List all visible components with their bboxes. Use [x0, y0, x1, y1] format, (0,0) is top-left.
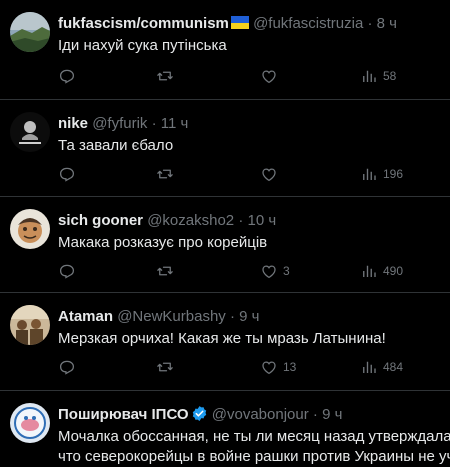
views-count: 196 [383, 167, 404, 181]
likes-count: 3 [283, 264, 290, 278]
tweet[interactable]: sich gooner @kozaksho2 · 10 ч Макака роз… [0, 197, 450, 293]
tweet[interactable]: Поширювач ІПСО @vovabonjour · 9 ч Мочалк… [0, 391, 450, 465]
reply-button[interactable] [58, 357, 76, 377]
separator-dot: · [367, 15, 373, 32]
timestamp[interactable]: 11 ч [161, 115, 189, 132]
tweet[interactable]: Ataman @NewKurbashy · 9 ч Мерзкая орчиха… [0, 293, 450, 391]
avatar[interactable] [10, 403, 50, 443]
display-name[interactable]: Поширювач ІПСО [58, 406, 189, 423]
timestamp[interactable]: 9 ч [239, 308, 259, 325]
reply-icon [59, 69, 75, 84]
tweet-header: sich gooner @kozaksho2 · 10 ч [58, 211, 450, 231]
timestamp[interactable]: 10 ч [247, 212, 276, 229]
like-button[interactable] [260, 164, 278, 184]
separator-dot: · [312, 406, 318, 423]
timestamp[interactable]: 9 ч [322, 406, 342, 423]
timestamp[interactable]: 8 ч [377, 15, 397, 32]
tweet-text: Іди нахуй сука путінська [58, 37, 227, 54]
avatar[interactable] [10, 209, 50, 249]
ukraine-flag-icon [230, 16, 249, 29]
tweet-header: Поширювач ІПСО @vovabonjour · 9 ч [58, 405, 450, 425]
retweet-icon [157, 71, 173, 81]
user-handle[interactable]: @NewKurbashy [117, 308, 226, 325]
retweet-button[interactable] [156, 357, 174, 377]
reply-icon [59, 360, 75, 375]
tweet-text: Мочалка обоссанная, не ты ли месяц назад… [58, 427, 450, 467]
separator-dot: · [151, 115, 157, 132]
views-icon [363, 70, 376, 82]
avatar[interactable] [10, 112, 50, 152]
tweet-text: Мерзкая орчиха! Какая же ты мразь Латыни… [58, 330, 386, 347]
user-handle[interactable]: @kozaksho2 [147, 212, 234, 229]
like-icon [262, 168, 276, 182]
verified-icon [192, 406, 206, 421]
reply-icon [59, 167, 75, 182]
reply-button[interactable] [58, 261, 76, 281]
like-icon [262, 361, 276, 375]
retweet-icon [157, 266, 173, 276]
likes-count: 13 [283, 360, 297, 374]
like-button[interactable]: 3 [260, 261, 290, 281]
display-name[interactable]: nike [58, 115, 88, 132]
views-count: 484 [383, 360, 404, 374]
display-name[interactable]: sich gooner [58, 212, 143, 229]
retweet-button[interactable] [156, 164, 174, 184]
display-name[interactable]: fukfascism/communism [58, 15, 229, 32]
action-bar: 58 [58, 66, 440, 86]
user-handle[interactable]: @fyfurik [92, 115, 147, 132]
tweet-header: nike @fyfurik · 11 ч [58, 114, 450, 134]
reply-button[interactable] [58, 66, 76, 86]
user-handle[interactable]: @vovabonjour [212, 406, 309, 423]
action-bar: 3 490 [58, 261, 440, 281]
tweet-text: Макака розказує про корейців [58, 234, 268, 251]
reply-icon [59, 264, 75, 279]
views-icon [363, 361, 376, 373]
tweet-text-line: Мочалка обоссанная, не ты ли месяц назад… [58, 428, 450, 445]
separator-dot: · [229, 308, 235, 325]
retweet-button[interactable] [156, 261, 174, 281]
like-icon [262, 265, 276, 279]
like-button[interactable]: 13 [260, 357, 296, 377]
views-button[interactable]: 58 [360, 66, 396, 86]
views-icon [363, 168, 376, 180]
action-bar: 13 484 [58, 357, 440, 377]
tweet-text-line: что северокорейцы в войне рашки против У… [58, 448, 450, 465]
avatar[interactable] [10, 12, 50, 52]
views-button[interactable]: 484 [360, 357, 403, 377]
avatar[interactable] [10, 305, 50, 345]
user-handle[interactable]: @fukfascistruzia [253, 15, 363, 32]
views-count: 490 [383, 264, 404, 278]
like-icon [262, 70, 276, 84]
views-button[interactable]: 490 [360, 261, 403, 281]
views-button[interactable]: 196 [360, 164, 403, 184]
action-bar: 196 [58, 164, 440, 184]
retweet-button[interactable] [156, 66, 174, 86]
reply-button[interactable] [58, 164, 76, 184]
retweet-icon [157, 362, 173, 372]
views-icon [363, 265, 376, 277]
tweet[interactable]: nike @fyfurik · 11 ч Та завали єбало 196 [0, 100, 450, 197]
like-button[interactable] [260, 66, 278, 86]
tweet-header: Ataman @NewKurbashy · 9 ч [58, 307, 450, 327]
tweet-text: Та завали єбало [58, 137, 174, 154]
separator-dot: · [238, 212, 244, 229]
tweet[interactable]: fukfascism/communism @fukfascistruzia · … [0, 0, 450, 100]
display-name[interactable]: Ataman [58, 308, 113, 325]
tweet-header: fukfascism/communism @fukfascistruzia · … [58, 14, 450, 34]
retweet-icon [157, 169, 173, 179]
views-count: 58 [383, 69, 397, 83]
